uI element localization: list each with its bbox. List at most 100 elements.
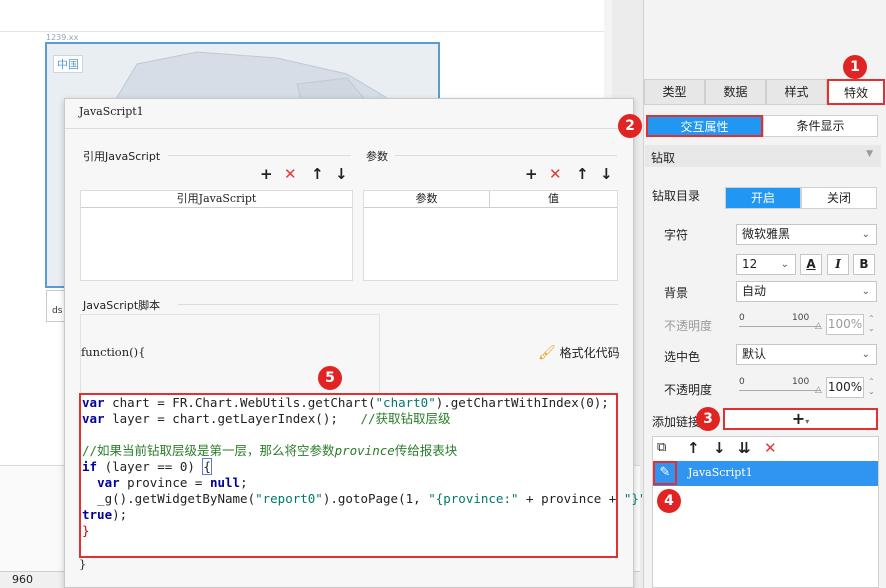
add-icon: + [791,409,806,428]
map-title-tag: 中国 [53,55,83,73]
opacity-max: 100 [792,313,810,323]
function-footer: } [79,557,87,571]
collapse-icon: ▼ [866,149,873,159]
add-icon[interactable]: + [260,166,273,182]
code-line-9: } [82,523,90,538]
link-list[interactable] [652,436,879,588]
param-delete-icon[interactable]: ✕ [549,166,562,182]
move-down-icon[interactable]: ↓ [713,440,726,456]
ref-javascript-table[interactable]: 引用JavaScript [80,190,353,281]
font-size-select[interactable]: 12 ⌄ [736,254,796,275]
selected-color-select[interactable]: 默认 ⌄ [736,344,877,365]
param-section-label: 参数 [366,150,388,163]
param-table[interactable]: 参数 值 [363,190,618,281]
drill-on-button[interactable]: 开启 [725,187,801,209]
selected-color-value: 默认 [742,347,767,361]
annotation-badge-1: 1 [843,55,867,79]
code-line-2: var layer = chart.getLayerIndex(); //获取钻… [82,411,451,426]
delete-link-icon[interactable]: ✕ [764,440,777,456]
italic-button[interactable]: I [827,254,849,275]
code-line-6: var province = null; [97,475,248,490]
background-select[interactable]: 自动 ⌄ [736,281,877,302]
dataset-mini-label: ds [46,290,66,322]
opacity-value[interactable]: 100% [826,314,864,335]
edit-pencil-icon[interactable]: ✎ [653,461,677,485]
slider-thumb-icon[interactable]: △ [815,385,822,395]
background-label: 背景 [664,286,689,300]
param-section-divider [395,155,617,156]
opacity2-max: 100 [792,377,810,387]
move-up-icon[interactable]: ↑ [687,440,700,456]
code-line-4: //如果当前钻取层级是第一层，那么将空参数province传给报表块 [82,443,458,458]
ref-section-divider [168,155,351,156]
annotation-badge-3: 3 [696,407,720,431]
link-item-label[interactable]: JavaScript1 [688,466,753,479]
copy-icon[interactable]: ⧉ [657,440,666,455]
font-size-value: 12 [742,257,758,271]
drill-header-label: 钻取 [651,151,676,165]
chevron-down-icon: ⌄ [861,349,870,360]
tab-data[interactable]: 数据 [705,79,766,105]
chevron-down-icon: ⌄ [780,259,789,270]
opacity2-label: 不透明度 [664,383,713,397]
font-family-select[interactable]: 微软雅黑 ⌄ [736,224,877,245]
format-code-label: 格式化代码 [559,346,620,360]
tab-style[interactable]: 样式 [766,79,827,105]
tab-type[interactable]: 类型 [644,79,705,105]
opacity-slider[interactable] [739,326,821,327]
move-down-icon[interactable]: ↓ [335,166,348,182]
delete-icon[interactable]: ✕ [284,166,297,182]
font-label: 字符 [664,228,689,242]
subtab-conditional-display[interactable]: 条件显示 [763,115,878,137]
code-line-8: true); [82,507,128,522]
drill-section-header[interactable]: 钻取 ▼ [645,145,881,167]
opacity2-slider[interactable] [739,390,821,391]
bold-button[interactable]: B [853,254,875,275]
slider-thumb-icon[interactable]: △ [815,321,822,331]
move-up-icon[interactable]: ↑ [311,166,324,182]
opacity-label: 不透明度 [664,319,713,333]
code-line-7: _g().getWidgetByName("report0").gotoPage… [82,491,654,506]
function-header: function(){ [81,345,146,359]
selected-color-label: 选中色 [664,350,701,364]
status-zoom-value[interactable]: 960 [12,573,33,586]
add-link-label: 添加链接 [652,415,701,429]
spinner-icon[interactable]: ⌃ ⌄ [868,377,875,397]
link-item-selected[interactable] [653,461,878,486]
brush-icon: 🖌 [538,345,556,361]
javascript-code-editor[interactable]: var chart = FR.Chart.WebUtils.getChart("… [79,393,654,558]
spinner-icon[interactable]: ⌃ ⌄ [868,314,875,334]
background-value: 自动 [742,284,767,298]
subtab-interaction[interactable]: 交互属性 [646,115,763,137]
annotation-badge-4: 4 [657,489,681,513]
value-col-header: 值 [548,192,559,205]
opacity2-min: 0 [739,377,745,387]
font-color-button[interactable]: A [800,254,822,275]
sort-icon[interactable]: ⇊ [738,440,751,456]
param-add-icon[interactable]: + [525,166,538,182]
param-table-header: 参数 值 [364,191,617,208]
dialog-title-divider [65,128,633,129]
opacity2-value[interactable]: 100% [826,377,864,398]
opacity-min: 0 [739,313,745,323]
tab-effects[interactable]: 特效 [827,79,885,105]
drill-off-button[interactable]: 关闭 [801,187,877,209]
ref-table-header: 引用JavaScript [81,191,352,208]
format-code-button[interactable]: 🖌 格式化代码 [538,344,620,361]
code-line-1: var chart = FR.Chart.WebUtils.getChart("… [82,395,609,410]
dialog-title: JavaScript1 [79,105,144,118]
chevron-down-icon: ⌄ [861,286,870,297]
script-section-divider [178,304,618,305]
canvas-ruler-line [0,31,612,32]
script-section-label: JavaScript脚本 [83,299,161,312]
add-link-button[interactable]: +▾ [723,408,878,430]
chevron-down-icon: ⌄ [861,229,870,240]
drill-dir-label: 钻取目录 [652,189,701,203]
annotation-badge-2: 2 [618,114,642,138]
chevron-down-icon: ▾ [805,417,810,426]
annotation-badge-5: 5 [318,366,342,390]
param-move-down-icon[interactable]: ↓ [600,166,613,182]
param-col-header: 参数 [364,191,490,207]
param-move-up-icon[interactable]: ↑ [576,166,589,182]
code-line-5: if (layer == 0) { [82,458,212,475]
